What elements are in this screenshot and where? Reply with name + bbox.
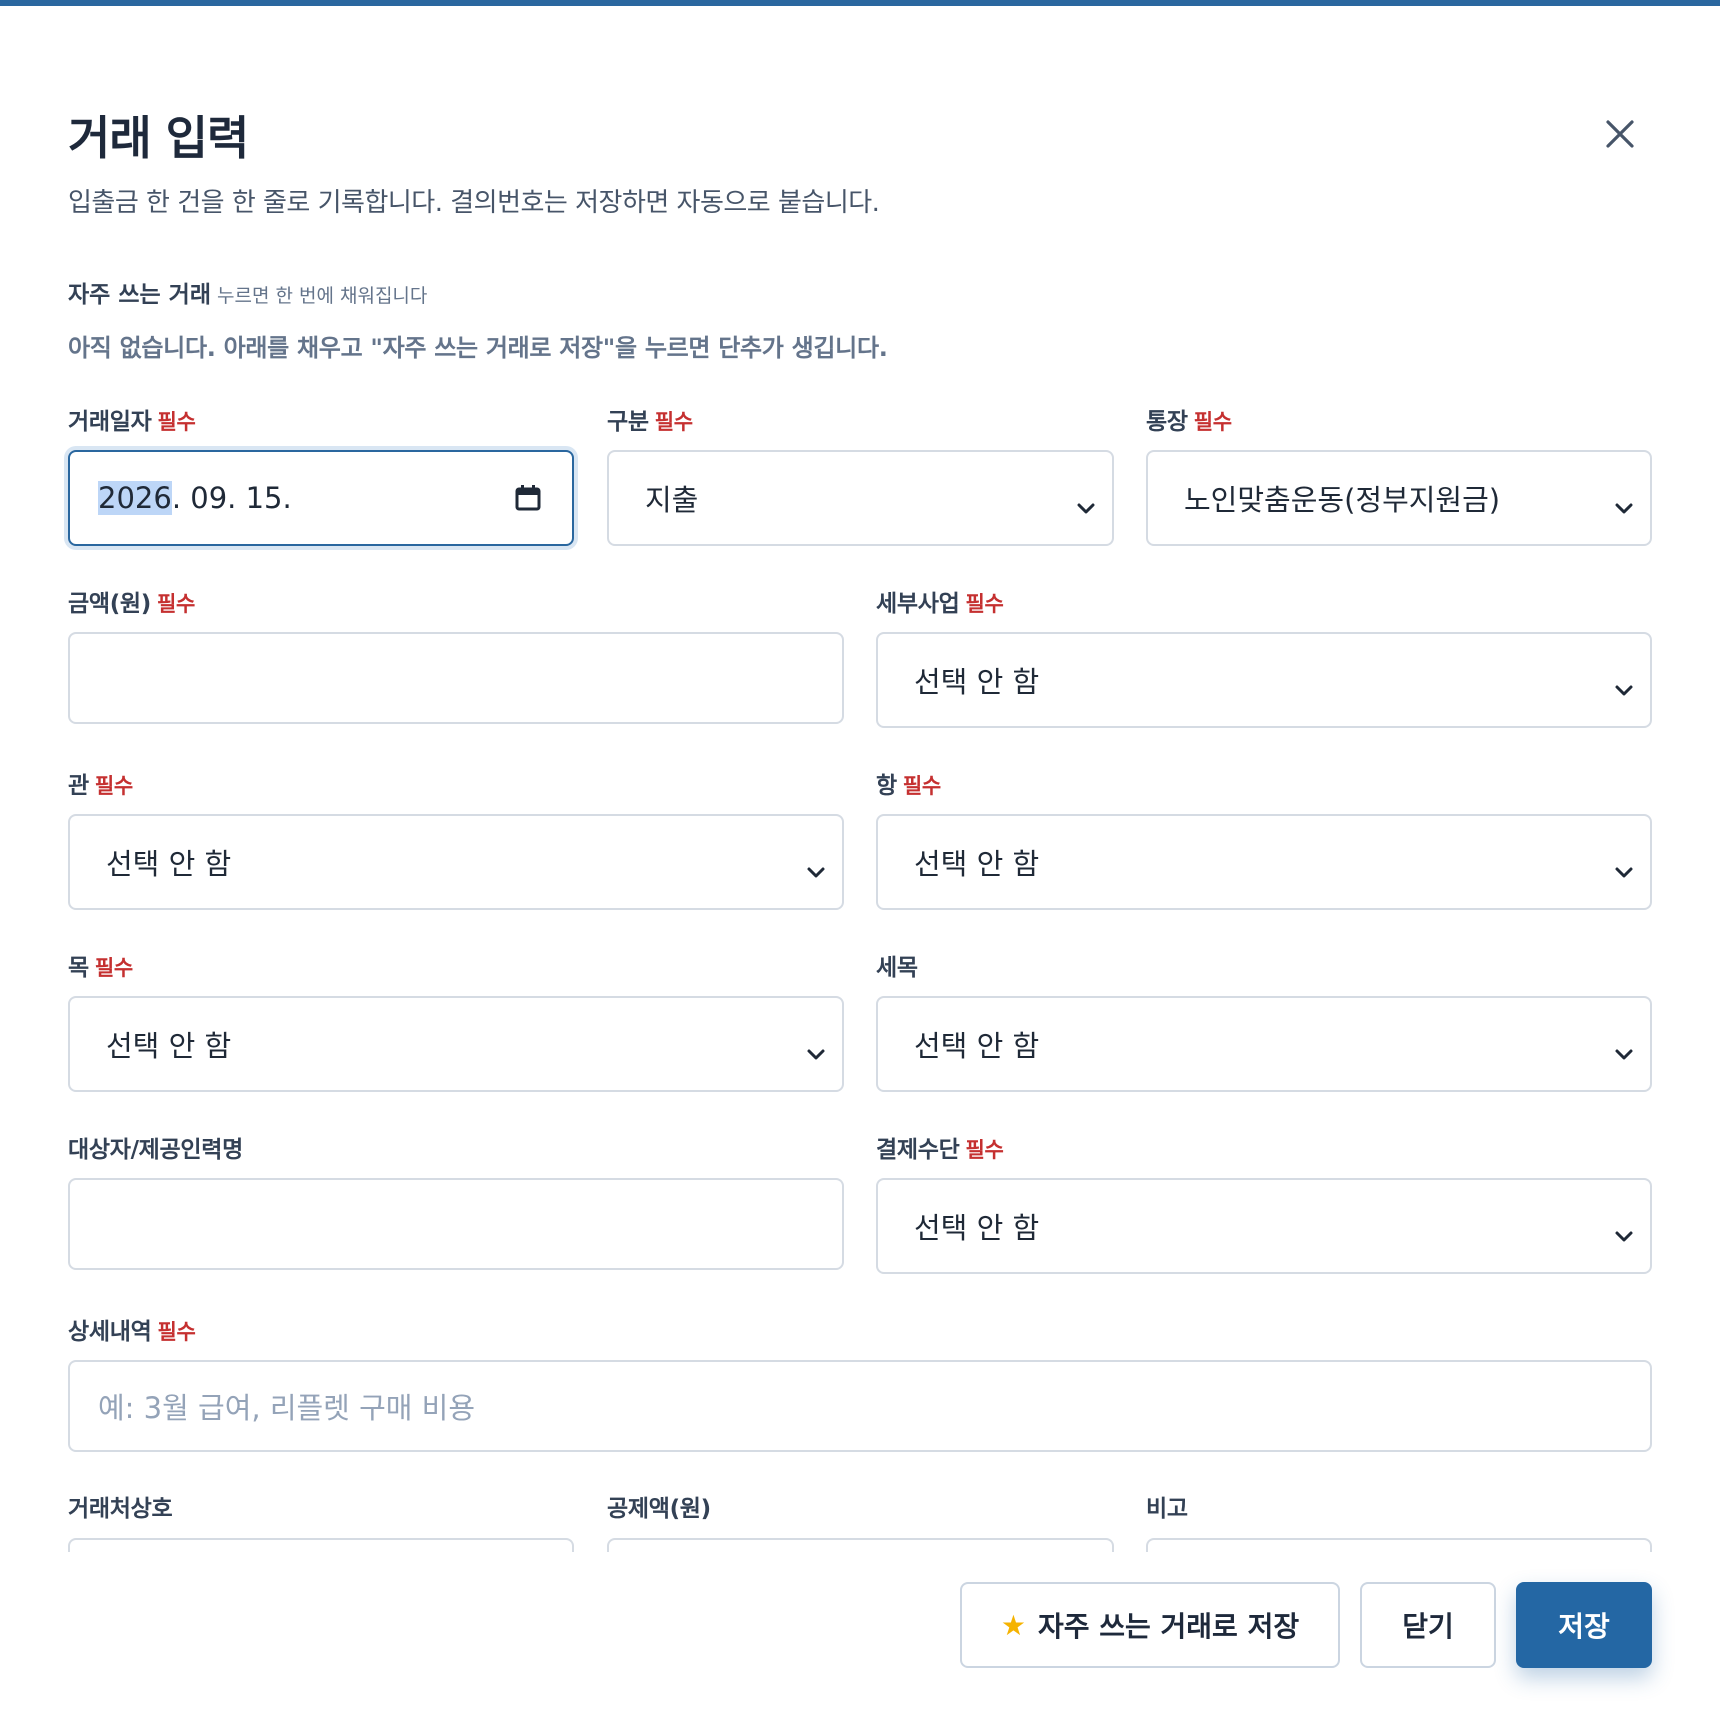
date-rest-segment: . 09. 15. xyxy=(171,481,292,515)
favorites-heading: 자주 쓰는 거래 누르면 한 번에 채워집니다 xyxy=(68,282,428,308)
save-button[interactable]: 저장 xyxy=(1516,1582,1652,1668)
chevron-down-icon xyxy=(1614,490,1634,524)
gwan-value: 선택 안 함 xyxy=(106,847,232,881)
payment-label: 결제수단 필수 xyxy=(876,1137,1004,1163)
star-icon: ★ xyxy=(1000,1608,1026,1642)
required-tag: 필수 xyxy=(157,410,196,434)
chevron-down-icon xyxy=(1614,854,1634,888)
required-tag: 필수 xyxy=(654,410,693,434)
dialog-title: 거래 입력 xyxy=(68,111,249,165)
required-tag: 필수 xyxy=(1193,410,1232,434)
required-tag: 필수 xyxy=(902,774,941,798)
date-input[interactable]: 2026. 09. 15. xyxy=(68,450,574,546)
detail-label: 상세내역 필수 xyxy=(68,1319,196,1345)
target-label: 대상자/제공인력명 xyxy=(68,1137,243,1163)
mok-label: 목 필수 xyxy=(68,955,133,981)
hang-value: 선택 안 함 xyxy=(914,847,1040,881)
chevron-down-icon xyxy=(1614,1218,1634,1252)
detail-placeholder: 예: 3월 급여, 리플렛 구매 비용 xyxy=(98,1391,476,1425)
vendor-label: 거래처상호 xyxy=(68,1496,173,1522)
chevron-down-icon xyxy=(1614,672,1634,706)
required-tag: 필수 xyxy=(94,774,133,798)
payment-select[interactable]: 선택 안 함 xyxy=(876,1178,1652,1274)
calendar-icon[interactable] xyxy=(514,484,542,519)
required-tag: 필수 xyxy=(94,956,133,980)
chevron-down-icon xyxy=(1076,490,1096,524)
mok-value: 선택 안 함 xyxy=(106,1029,232,1063)
subproject-label: 세부사업 필수 xyxy=(876,591,1004,617)
target-input[interactable] xyxy=(68,1178,844,1270)
type-select[interactable]: 지출 xyxy=(607,450,1114,546)
favorites-empty-text: 아직 없습니다. 아래를 채우고 "자주 쓰는 거래로 저장"을 누르면 단추가… xyxy=(68,334,888,362)
note-input[interactable] xyxy=(1146,1538,1652,1552)
semok-label: 세목 xyxy=(876,955,918,981)
required-tag: 필수 xyxy=(157,1320,196,1344)
hang-select[interactable]: 선택 안 함 xyxy=(876,814,1652,910)
close-icon[interactable] xyxy=(1598,112,1642,156)
save-favorite-label: 자주 쓰는 거래로 저장 xyxy=(1038,1610,1300,1643)
deduction-label: 공제액(원) xyxy=(607,1496,711,1522)
type-value: 지출 xyxy=(645,483,699,517)
amount-label: 금액(원) 필수 xyxy=(68,591,196,617)
date-year-segment: 2026 xyxy=(98,481,172,515)
chevron-down-icon xyxy=(806,854,826,888)
dialog-subtitle: 입출금 한 건을 한 줄로 기록합니다. 결의번호는 저장하면 자동으로 붙습니… xyxy=(68,188,880,218)
payment-value: 선택 안 함 xyxy=(914,1211,1040,1245)
chevron-down-icon xyxy=(1614,1036,1634,1070)
required-tag: 필수 xyxy=(965,1138,1004,1162)
vendor-input[interactable] xyxy=(68,1538,574,1552)
detail-input[interactable]: 예: 3월 급여, 리플렛 구매 비용 xyxy=(68,1360,1652,1452)
gwan-select[interactable]: 선택 안 함 xyxy=(68,814,844,910)
amount-input[interactable] xyxy=(68,632,844,724)
gwan-label: 관 필수 xyxy=(68,773,133,799)
chevron-down-icon xyxy=(806,1036,826,1070)
close-button[interactable]: 닫기 xyxy=(1360,1582,1496,1668)
save-favorite-button[interactable]: ★ 자주 쓰는 거래로 저장 xyxy=(960,1582,1340,1668)
account-select[interactable]: 노인맞춤운동(정부지원금) xyxy=(1146,450,1652,546)
hang-label: 항 필수 xyxy=(876,773,941,799)
date-label: 거래일자 필수 xyxy=(68,409,196,435)
subproject-value: 선택 안 함 xyxy=(914,665,1040,699)
note-label: 비고 xyxy=(1146,1496,1188,1522)
semok-value: 선택 안 함 xyxy=(914,1029,1040,1063)
close-button-label: 닫기 xyxy=(1402,1610,1454,1643)
semok-select[interactable]: 선택 안 함 xyxy=(876,996,1652,1092)
subproject-select[interactable]: 선택 안 함 xyxy=(876,632,1652,728)
account-value: 노인맞춤운동(정부지원금) xyxy=(1184,483,1501,517)
deduction-input[interactable] xyxy=(607,1538,1114,1552)
required-tag: 필수 xyxy=(965,592,1004,616)
mok-select[interactable]: 선택 안 함 xyxy=(68,996,844,1092)
favorites-hint: 누르면 한 번에 채워집니다 xyxy=(216,285,428,307)
type-label: 구분 필수 xyxy=(607,409,693,435)
required-tag: 필수 xyxy=(157,592,196,616)
account-label: 통장 필수 xyxy=(1146,409,1232,435)
save-button-label: 저장 xyxy=(1558,1610,1610,1643)
